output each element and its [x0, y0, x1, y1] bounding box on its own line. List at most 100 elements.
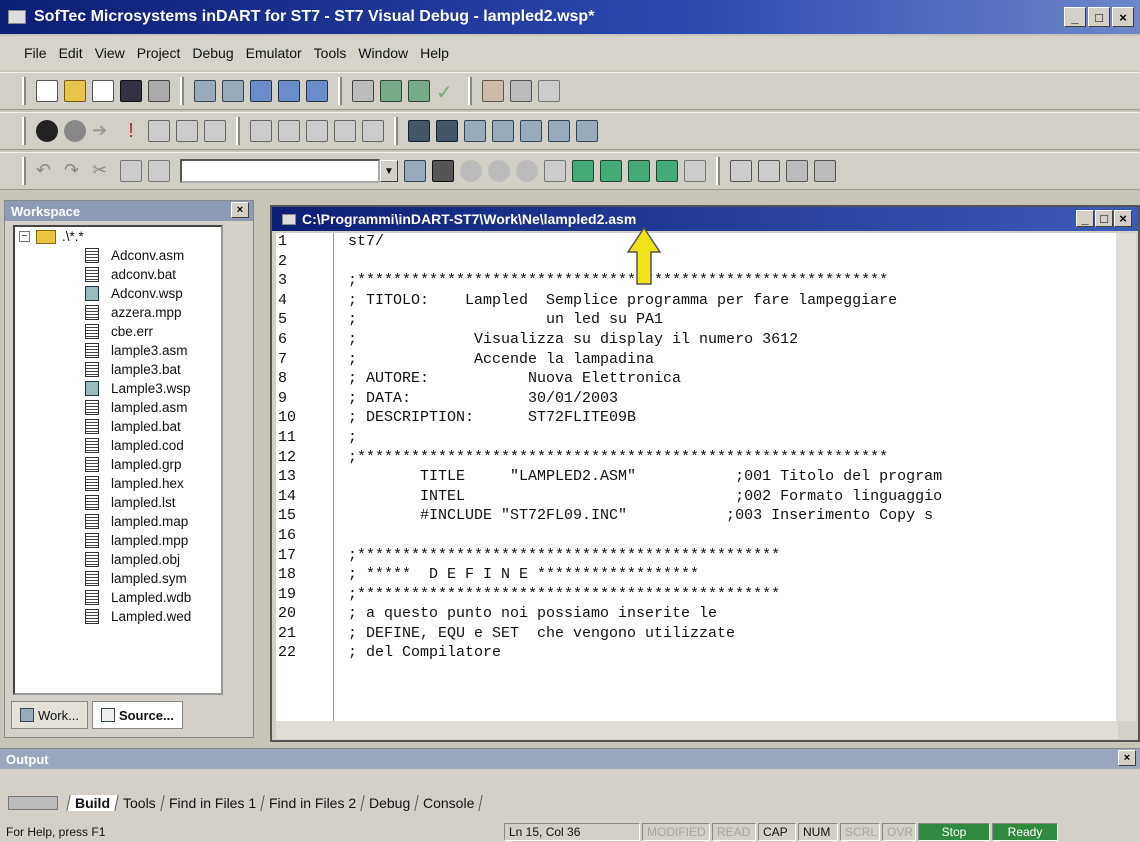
code-area[interactable]: 1 st7/2 3 ;********************************… [276, 233, 1118, 721]
prev-bookmark-icon[interactable] [628, 160, 650, 182]
clear-bookmarks-icon[interactable] [656, 160, 678, 182]
menu-tools[interactable]: Tools [314, 45, 347, 61]
tab-find-in-files-1[interactable]: Find in Files 1 [160, 795, 265, 811]
tree-file-item[interactable]: lampled.sym [15, 569, 221, 588]
print-icon[interactable] [148, 80, 170, 102]
new-window-icon[interactable] [92, 80, 114, 102]
editor-close-button[interactable]: × [1114, 210, 1132, 227]
tree-file-item[interactable]: lampled.hex [15, 474, 221, 493]
stop-build-icon[interactable] [510, 80, 532, 102]
memory-icon[interactable] [334, 120, 356, 142]
tile-vertical-icon[interactable] [306, 80, 328, 102]
tree-root[interactable]: − .\*.* [15, 227, 221, 246]
indent-icon[interactable] [684, 160, 706, 182]
redo-icon[interactable]: ↷ [64, 160, 86, 182]
ports-icon[interactable] [576, 120, 598, 142]
undo-icon[interactable]: ↶ [36, 160, 58, 182]
tree-file-item[interactable]: azzera.mpp [15, 303, 221, 322]
editor-maximize-button[interactable]: □ [1095, 210, 1113, 227]
stack-icon[interactable] [362, 120, 384, 142]
cascade-icon[interactable] [250, 80, 272, 102]
menu-project[interactable]: Project [137, 45, 181, 61]
tree-file-item[interactable]: lampled.obj [15, 550, 221, 569]
tree-file-item[interactable]: Lampled.wdb [15, 588, 221, 607]
variables-icon[interactable] [464, 120, 486, 142]
menu-window[interactable]: Window [358, 45, 408, 61]
open-folder-icon[interactable] [64, 80, 86, 102]
output-window-icon[interactable] [436, 120, 458, 142]
peripherals-icon[interactable] [520, 120, 542, 142]
paste-text-icon[interactable] [148, 160, 170, 182]
tree-file-item[interactable]: adconv.bat [15, 265, 221, 284]
breakpoint-icon[interactable]: ! [120, 120, 142, 142]
tab-source[interactable]: Source... [91, 701, 183, 729]
tree-file-item[interactable]: Lampled.wed [15, 607, 221, 626]
tab-tools[interactable]: Tools [115, 795, 165, 811]
programmer-icon[interactable] [814, 160, 836, 182]
timer-icon[interactable] [548, 120, 570, 142]
tree-file-item[interactable]: cbe.err [15, 322, 221, 341]
bookmark-icon[interactable] [572, 160, 594, 182]
tab-find-in-files-2[interactable]: Find in Files 2 [261, 795, 365, 811]
menu-debug[interactable]: Debug [192, 45, 233, 61]
menu-emulator[interactable]: Emulator [246, 45, 302, 61]
tree-file-item[interactable]: Adconv.asm [15, 246, 221, 265]
output-close-button[interactable]: × [1118, 750, 1136, 766]
find-icon[interactable] [352, 80, 374, 102]
tree-file-item[interactable]: lampled.grp [15, 455, 221, 474]
menu-help[interactable]: Help [420, 45, 449, 61]
tree-file-item[interactable]: lampled.map [15, 512, 221, 531]
tab-console[interactable]: Console [415, 795, 484, 811]
minimize-button[interactable]: _ [1064, 7, 1086, 27]
tab-build[interactable]: Build [66, 795, 119, 811]
cut-icon[interactable]: ✂ [92, 160, 114, 182]
calculator-icon[interactable] [730, 160, 752, 182]
tab-workspace[interactable]: Work... [11, 701, 88, 729]
find-in-files-icon[interactable] [404, 160, 426, 182]
new-file-icon[interactable] [36, 80, 58, 102]
compile-icon[interactable] [380, 80, 402, 102]
next-bookmark-icon[interactable] [600, 160, 622, 182]
collapse-icon[interactable]: − [19, 231, 30, 242]
watch-icon[interactable] [278, 120, 300, 142]
tree-file-item[interactable]: lample3.asm [15, 341, 221, 360]
menu-view[interactable]: View [95, 45, 125, 61]
build-icon[interactable] [408, 80, 430, 102]
menu-edit[interactable]: Edit [59, 45, 83, 61]
copy-icon[interactable] [194, 80, 216, 102]
keyboard-icon[interactable] [758, 160, 780, 182]
menu-file[interactable]: File [24, 45, 47, 61]
editor-minimize-button[interactable]: _ [1076, 210, 1094, 227]
hand-icon[interactable] [460, 160, 482, 182]
debug-icon[interactable] [36, 120, 58, 142]
registers-icon[interactable] [306, 120, 328, 142]
hand-remove-icon[interactable] [516, 160, 538, 182]
tree-file-item[interactable]: lampled.cod [15, 436, 221, 455]
tree-file-item[interactable]: lampled.asm [15, 398, 221, 417]
step-over-icon[interactable] [176, 120, 198, 142]
chip-icon[interactable] [786, 160, 808, 182]
tab-scroll-icon[interactable] [8, 796, 58, 810]
maximize-button[interactable]: □ [1088, 7, 1110, 27]
hand-all-icon[interactable] [488, 160, 510, 182]
run-to-cursor-icon[interactable] [250, 120, 272, 142]
tree-file-item[interactable]: Lample3.wsp [15, 379, 221, 398]
tree-file-item[interactable]: Adconv.wsp [15, 284, 221, 303]
close-button[interactable]: × [1112, 7, 1134, 27]
copy-text-icon[interactable] [120, 160, 142, 182]
chevron-down-icon[interactable]: ▼ [380, 160, 398, 182]
step-arrow-icon[interactable]: ➔ [92, 120, 114, 142]
tile-horizontal-icon[interactable] [278, 80, 300, 102]
trace-icon[interactable] [492, 120, 514, 142]
run-icon[interactable] [482, 80, 504, 102]
check-icon[interactable]: ✓ [436, 80, 458, 104]
tree-file-item[interactable]: lampled.lst [15, 493, 221, 512]
editor-horizontal-scrollbar[interactable] [276, 721, 1118, 739]
tab-debug[interactable]: Debug [361, 795, 419, 811]
disassembly-icon[interactable] [408, 120, 430, 142]
stop-icon[interactable] [64, 120, 86, 142]
tree-file-item[interactable]: lample3.bat [15, 360, 221, 379]
tree-file-item[interactable]: lampled.mpp [15, 531, 221, 550]
workspace-close-button[interactable]: × [231, 202, 249, 218]
options-icon[interactable] [538, 80, 560, 102]
